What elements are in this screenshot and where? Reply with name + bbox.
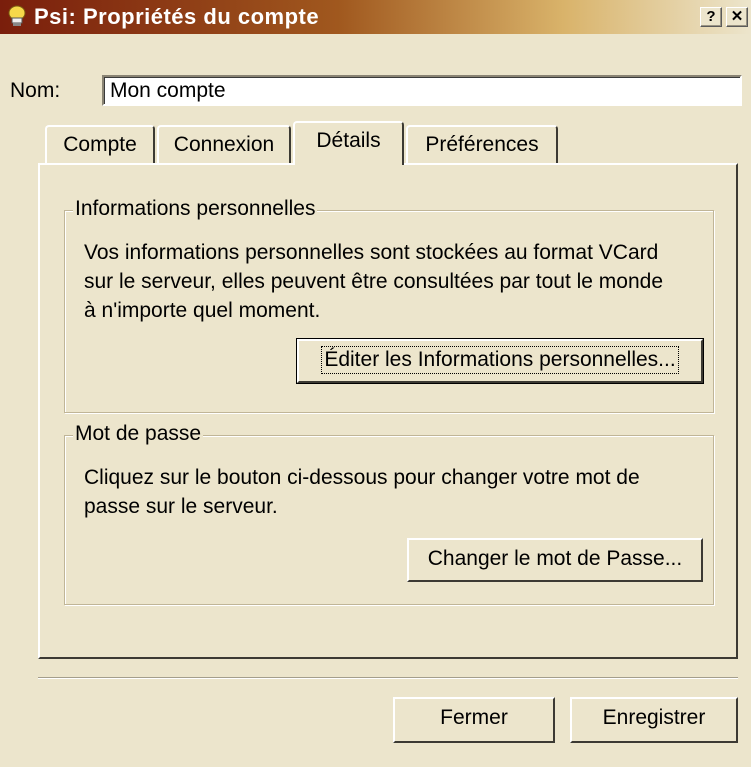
footer-separator xyxy=(38,677,738,679)
personal-info-title: Informations personnelles xyxy=(73,197,318,221)
tab-connexion[interactable]: Connexion xyxy=(157,125,291,165)
window-title: Psi: Propriétés du compte xyxy=(34,4,320,29)
tab-compte[interactable]: Compte xyxy=(45,125,155,165)
password-group: Mot de passe Cliquez sur le bouton ci-de… xyxy=(64,422,714,605)
save-button[interactable]: Enregistrer xyxy=(570,697,738,743)
tab-preferences[interactable]: Préférences xyxy=(406,125,558,165)
close-button[interactable]: Fermer xyxy=(393,697,555,743)
password-title: Mot de passe xyxy=(73,422,204,446)
personal-info-description: Vos informations personnelles sont stock… xyxy=(84,241,663,322)
edit-personal-info-button[interactable]: Éditer les Informations personnelles... xyxy=(296,338,704,384)
title-bar[interactable]: Psi: Propriétés du compte ? ✕ xyxy=(0,0,751,34)
personal-info-group: Informations personnelles Vos informatio… xyxy=(64,197,714,413)
tab-details[interactable]: Détails xyxy=(293,121,404,165)
password-description: Cliquez sur le bouton ci-dessous pour ch… xyxy=(84,466,640,518)
account-name-input[interactable]: Mon compte xyxy=(102,75,742,106)
name-label: Nom: xyxy=(10,79,61,102)
change-password-button[interactable]: Changer le mot de Passe... xyxy=(407,538,703,582)
edit-personal-info-label: Éditer les Informations personnelles... xyxy=(321,346,679,374)
account-properties-window: Psi: Propriétés du compte ? ✕ Nom: Mon c… xyxy=(0,0,751,767)
details-tab-panel: Informations personnelles Vos informatio… xyxy=(38,163,738,659)
help-button[interactable]: ? xyxy=(700,7,722,27)
psi-lightbulb-icon xyxy=(6,5,28,27)
close-icon[interactable]: ✕ xyxy=(726,7,748,27)
